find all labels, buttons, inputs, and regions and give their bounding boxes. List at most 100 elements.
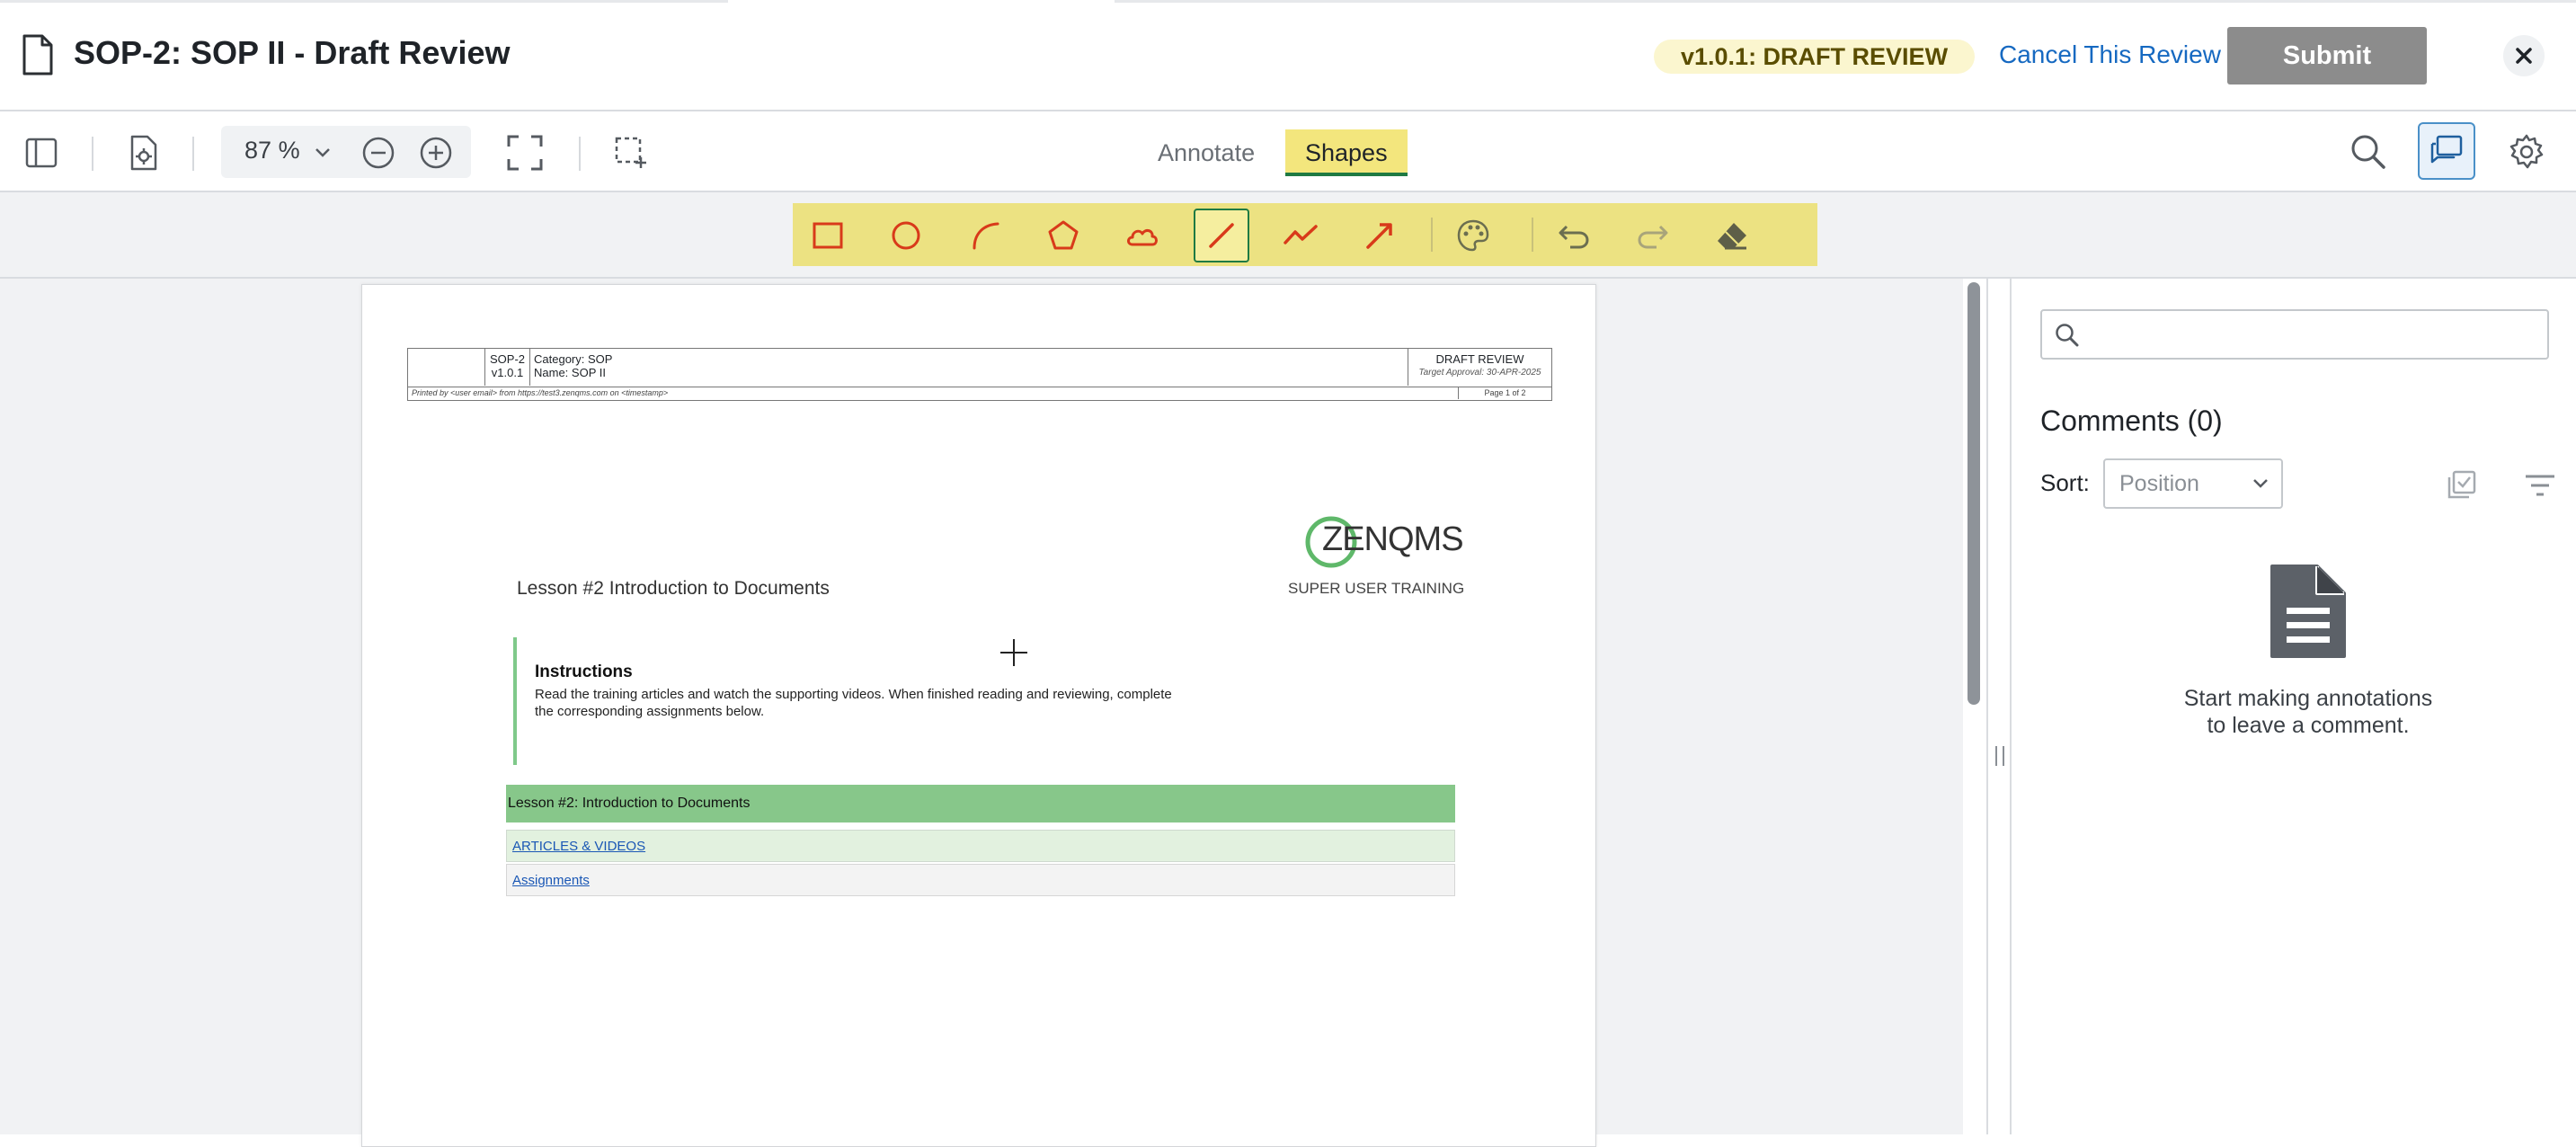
logo-text: ZENQMS <box>1322 520 1464 558</box>
lesson-row-articles: ARTICLES & VIDEOS <box>506 830 1455 862</box>
tab-annotate[interactable]: Annotate <box>1138 129 1275 176</box>
rectangle-tool[interactable] <box>800 209 856 262</box>
header-status-cell: DRAFT REVIEW Target Approval: 30-APR-202… <box>1408 349 1551 386</box>
eraser-tool[interactable] <box>1704 209 1760 262</box>
toolbar-divider <box>579 137 581 171</box>
ellipse-icon <box>892 221 920 250</box>
category-label: Category: <box>534 352 585 366</box>
polygon-tool[interactable] <box>1035 209 1091 262</box>
empty-message-line-2: to leave a comment. <box>2207 713 2410 738</box>
eraser-icon <box>1718 223 1746 250</box>
line-icon <box>1209 223 1234 248</box>
empty-document-icon <box>2270 565 2346 658</box>
document-status: DRAFT REVIEW <box>1435 352 1524 366</box>
instructions-text: Read the training articles and watch the… <box>535 687 1172 719</box>
chevron-down-icon <box>2253 479 2268 488</box>
articles-videos-link[interactable]: ARTICLES & VIDEOS <box>512 839 645 854</box>
document-icon <box>22 34 53 76</box>
palette-icon <box>1457 219 1489 252</box>
name-label: Name: <box>534 366 569 379</box>
search-document-button[interactable] <box>2348 131 2389 173</box>
arrow-tool[interactable] <box>1352 209 1408 262</box>
fullscreen-icon <box>507 135 543 171</box>
zoom-out-icon[interactable] <box>361 136 395 170</box>
page-title: SOP-2: SOP II - Draft Review <box>74 34 511 71</box>
search-icon <box>2056 324 2079 347</box>
zoom-select[interactable]: 87 % <box>244 137 300 164</box>
instructions-title: Instructions <box>535 662 633 681</box>
shapes-toolbar-area <box>0 192 2576 279</box>
panel-resize-handle[interactable] <box>1986 279 2012 1134</box>
shapes-divider <box>1532 218 1533 252</box>
sort-value: Position <box>2119 471 2199 496</box>
document-header-table: SOP-2 v1.0.1 Category: SOP Name: SOP II … <box>407 348 1552 387</box>
comments-panel: Comments (0) Sort: Position Start making… <box>2012 279 2576 1134</box>
document-code: SOP-2 <box>489 352 525 366</box>
document-version: v1.0.1 <box>491 366 524 379</box>
polyline-tool[interactable] <box>1273 209 1328 262</box>
select-area-button[interactable] <box>611 133 651 173</box>
chevron-down-icon[interactable] <box>315 147 331 158</box>
filter-icon[interactable] <box>2524 473 2556 498</box>
resize-grip-icon <box>1995 746 2004 766</box>
comments-panel-toggle[interactable] <box>2418 122 2475 180</box>
submit-button[interactable]: Submit <box>2227 27 2427 84</box>
tab-shapes[interactable]: Shapes <box>1285 129 1408 176</box>
instructions-block: Instructions Read the training articles … <box>513 637 1196 765</box>
loading-bar <box>728 0 1115 3</box>
zoom-unit: % <box>278 137 300 164</box>
lesson-table-header: Lesson #2: Introduction to Documents <box>506 785 1455 822</box>
header-code-cell: SOP-2 v1.0.1 <box>485 349 530 386</box>
arc-tool[interactable] <box>957 209 1013 262</box>
viewer-scrollbar-thumb[interactable] <box>1968 282 1980 705</box>
close-button[interactable] <box>2503 35 2545 76</box>
document-gear-icon <box>130 135 157 171</box>
sidebar-panel-icon <box>25 138 58 168</box>
line-tool[interactable] <box>1194 209 1249 262</box>
sort-label: Sort: <box>2040 469 2090 496</box>
color-style-tool[interactable] <box>1445 209 1501 262</box>
empty-message-line-1: Start making annotations <box>2183 686 2433 711</box>
toggle-sidebar-button[interactable] <box>23 135 59 171</box>
category-value: SOP <box>588 352 613 366</box>
page-number: Page 1 of 2 <box>1458 387 1551 399</box>
document-print-footer: Printed by <user email> from https://tes… <box>407 387 1552 401</box>
document-page[interactable]: SOP-2 v1.0.1 Category: SOP Name: SOP II … <box>361 284 1596 1147</box>
shapes-divider <box>1431 218 1433 252</box>
comments-icon <box>2430 135 2463 164</box>
target-approval: Target Approval: 30-APR-2025 <box>1418 368 1541 378</box>
cancel-review-link[interactable]: Cancel This Review <box>1999 40 2221 69</box>
search-icon <box>2351 135 2385 169</box>
ellipse-tool[interactable] <box>878 209 934 262</box>
polygon-icon <box>1048 220 1079 250</box>
viewer-toolbar: 87 % Annotate Shapes <box>0 111 2576 192</box>
comments-search-input[interactable] <box>2091 318 2540 351</box>
polyline-icon <box>1284 225 1318 245</box>
undo-button[interactable] <box>1546 209 1602 262</box>
name-value: SOP II <box>571 366 606 379</box>
arc-icon <box>973 222 999 250</box>
empty-comments-message: Start making annotations to leave a comm… <box>2039 685 2576 739</box>
sort-select[interactable]: Position <box>2103 458 2283 509</box>
toolbar-divider <box>92 137 93 171</box>
printed-by-text: Printed by <user email> from https://tes… <box>412 388 669 397</box>
cloud-icon <box>1127 228 1158 246</box>
cloud-tool[interactable] <box>1115 209 1170 262</box>
undo-icon <box>1559 225 1589 249</box>
version-status-badge: v1.0.1: DRAFT REVIEW <box>1654 40 1976 74</box>
zoom-in-icon[interactable] <box>419 136 453 170</box>
header-logo-cell <box>408 349 485 386</box>
logo-subtitle: SUPER USER TRAINING <box>1288 580 1465 597</box>
assignments-link[interactable]: Assignments <box>512 873 590 888</box>
settings-button[interactable] <box>2506 131 2547 173</box>
document-settings-button[interactable] <box>126 133 162 173</box>
gear-icon <box>2509 134 2544 169</box>
shapes-toolbar <box>793 203 1817 266</box>
app-header: SOP-2: SOP II - Draft Review v1.0.1: DRA… <box>0 0 2576 111</box>
fit-page-button[interactable] <box>505 133 545 173</box>
header-meta-cell: Category: SOP Name: SOP II <box>534 352 612 379</box>
redo-button[interactable] <box>1625 209 1681 262</box>
rectangle-icon <box>813 222 843 249</box>
multi-select-icon[interactable] <box>2447 469 2477 500</box>
comments-search-box[interactable] <box>2040 309 2549 360</box>
